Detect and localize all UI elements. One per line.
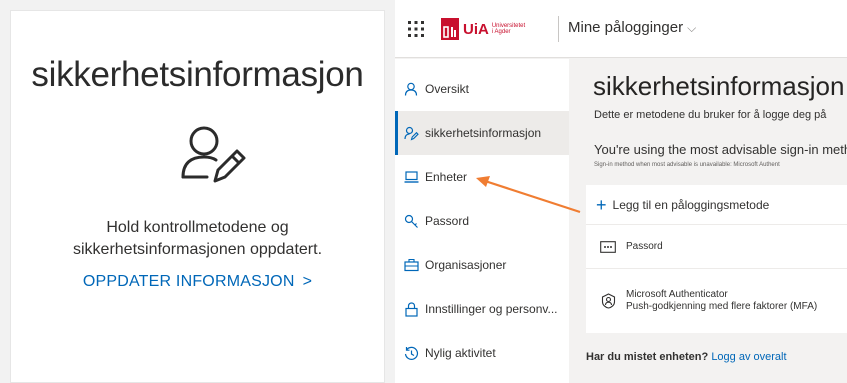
logo-text: UiA — [463, 20, 489, 38]
sidebar-nav: Oversikt sikkerhetsinformasjon Enheter P… — [395, 59, 569, 383]
chevron-down-icon: ⌵ — [687, 21, 697, 35]
page-subtitle: Dette er metodene du bruker for å logge … — [594, 109, 827, 121]
sidebar-item-recent-activity[interactable]: Nylig aktivitet — [395, 331, 569, 375]
sidebar-item-security-info[interactable]: sikkerhetsinformasjon — [395, 111, 569, 155]
logo-subtext: Universitetet i Agder — [491, 23, 526, 35]
password-dots-icon — [600, 239, 616, 255]
briefcase-icon — [403, 257, 419, 273]
security-info-card: sikkerhetsinformasjon Hold kontrollmetod… — [10, 10, 385, 383]
method-detail: Push-godkjenning med flere faktorer (MFA… — [626, 301, 818, 312]
top-bar: UiA Universitetet i Agder Mine pålogging… — [395, 0, 847, 58]
sign-in-methods-list: + Legg til en påloggingsmetode Passord M… — [586, 185, 847, 333]
lost-device-text: Har du mistet enheten? Logg av overalt — [586, 351, 787, 363]
sidebar-item-label: Oversikt — [425, 82, 470, 96]
sidebar-item-label: sikkerhetsinformasjon — [425, 126, 542, 140]
my-sign-ins-app: UiA Universitetet i Agder Mine pålogging… — [395, 0, 847, 383]
uia-logo-mark — [441, 18, 459, 40]
plus-icon: + — [596, 194, 607, 215]
method-name: Microsoft Authenticator — [626, 289, 728, 300]
method-row-password[interactable]: Passord — [586, 225, 847, 269]
sidebar-item-label: Passord — [425, 214, 470, 228]
sidebar-item-password[interactable]: Passord — [395, 199, 569, 243]
divider — [558, 16, 559, 42]
history-icon — [403, 345, 419, 361]
card-description-line-1: Hold kontrollmetodene og — [106, 219, 289, 236]
lock-icon — [403, 301, 419, 317]
card-title: sikkerhetsinformasjon — [31, 55, 364, 94]
card-description-line-2: sikkerhetsinformasjonen oppdatert. — [72, 241, 323, 258]
sidebar-item-organizations[interactable]: Organisasjoner — [395, 243, 569, 287]
laptop-icon — [403, 169, 419, 185]
sign-out-everywhere-link[interactable]: Logg av overalt — [711, 351, 786, 363]
method-name: Passord — [626, 240, 663, 252]
advisable-method-heading: You're using the most advisable sign-in … — [594, 142, 847, 157]
lost-device-label: Har du mistet enheten? — [586, 351, 709, 363]
main-content: sikkerhetsinformasjon Dette er metodene … — [569, 59, 847, 383]
add-sign-in-method-label: Legg til en påloggingsmetode — [612, 197, 770, 212]
uia-logo-icon — [443, 26, 456, 38]
method-row-authenticator[interactable]: Microsoft Authenticator Push-godkjenning… — [586, 269, 847, 333]
page-title: sikkerhetsinformasjon — [593, 71, 845, 101]
person-icon — [403, 81, 419, 97]
advisable-method-note: Sign-in method when most advisable is un… — [594, 162, 780, 168]
uia-logo[interactable]: UiA Universitetet i Agder — [441, 17, 526, 41]
sidebar-item-label: Enheter — [425, 170, 468, 184]
sidebar-item-label: Organisasjoner — [425, 258, 507, 272]
add-sign-in-method-button[interactable]: + Legg til en påloggingsmetode — [586, 185, 847, 225]
sidebar-item-settings-privacy[interactable]: Innstillinger og personv... — [395, 287, 569, 331]
update-info-link[interactable]: OPPDATER INFORMASJON > — [11, 273, 384, 291]
sidebar-item-overview[interactable]: Oversikt — [395, 67, 569, 111]
key-icon — [403, 213, 419, 229]
app-title-dropdown[interactable]: Mine pålogginger ⌵ — [568, 19, 696, 36]
person-edit-icon — [403, 125, 419, 141]
app-launcher-icon[interactable] — [407, 20, 425, 38]
sidebar-item-devices[interactable]: Enheter — [395, 155, 569, 199]
update-info-link-label: OPPDATER INFORMASJON — [82, 273, 295, 290]
sidebar-item-label: Nylig aktivitet — [425, 346, 496, 360]
sidebar-item-label: Innstillinger og personv... — [425, 302, 558, 316]
chevron-right-icon: > — [302, 273, 313, 290]
card-description: Hold kontrollmetodene og sikkerhetsinfor… — [11, 217, 384, 261]
authenticator-icon — [600, 293, 616, 309]
app-title: Mine pålogginger — [568, 19, 684, 36]
person-edit-icon — [181, 126, 246, 183]
